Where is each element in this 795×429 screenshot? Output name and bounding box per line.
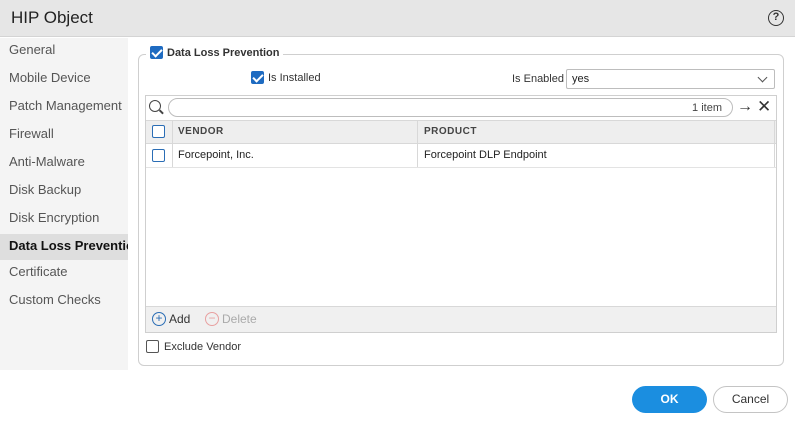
vendor-cell: Forcepoint, Inc. xyxy=(178,149,254,161)
dialog-title: HIP Object xyxy=(11,8,93,27)
column-divider xyxy=(774,121,775,143)
search-input[interactable]: 1 item xyxy=(168,98,733,117)
minus-icon: − xyxy=(205,312,219,326)
is-enabled-select[interactable]: yes xyxy=(566,69,775,89)
table-header: VENDOR PRODUCT xyxy=(146,120,776,144)
table-row[interactable]: Forcepoint, Inc. Forcepoint DLP Endpoint xyxy=(146,144,776,168)
arrow-right-icon[interactable]: → xyxy=(737,98,753,116)
sidebar-item-patch-management[interactable]: Patch Management xyxy=(0,94,128,120)
is-installed-label: Is Installed xyxy=(268,71,321,84)
column-header-vendor[interactable]: VENDOR xyxy=(178,121,224,143)
grid-footer: + Add − Delete xyxy=(146,306,776,332)
sidebar-item-disk-backup[interactable]: Disk Backup xyxy=(0,178,128,204)
sidebar-item-mobile-device[interactable]: Mobile Device xyxy=(0,66,128,92)
select-all-checkbox[interactable] xyxy=(152,125,165,138)
sidebar-item-disk-encryption[interactable]: Disk Encryption xyxy=(0,206,128,232)
chevron-down-icon xyxy=(757,72,768,83)
column-divider xyxy=(417,121,418,143)
sidebar-item-data-loss-prevention[interactable]: Data Loss Prevention xyxy=(0,234,128,260)
add-label: Add xyxy=(169,312,191,326)
exclude-vendor-field: Exclude Vendor xyxy=(146,340,241,353)
plus-icon: + xyxy=(152,312,166,326)
delete-button[interactable]: − Delete xyxy=(205,312,257,326)
row-checkbox[interactable] xyxy=(152,149,165,162)
is-installed-checkbox[interactable] xyxy=(251,71,264,84)
vendor-grid: 1 item → ✕ VENDOR PRODUCT Forcepoint, In… xyxy=(145,95,777,333)
help-icon[interactable]: ? xyxy=(768,10,784,26)
search-icon xyxy=(149,100,161,112)
column-divider xyxy=(774,144,775,167)
sidebar-item-anti-malware[interactable]: Anti-Malware xyxy=(0,150,128,176)
enable-dlp-checkbox[interactable] xyxy=(150,46,163,59)
exclude-vendor-label: Exclude Vendor xyxy=(164,340,242,353)
sidebar-item-firewall[interactable]: Firewall xyxy=(0,122,128,148)
column-header-product[interactable]: PRODUCT xyxy=(424,121,477,143)
legend-label: Data Loss Prevention xyxy=(167,46,280,59)
sidebar-item-custom-checks[interactable]: Custom Checks xyxy=(0,288,128,314)
ok-button[interactable]: OK xyxy=(632,386,707,413)
item-count: 1 item xyxy=(692,102,722,114)
column-divider xyxy=(172,144,173,167)
sidebar: General Mobile Device Patch Management F… xyxy=(0,38,128,370)
fieldset-legend: Data Loss Prevention xyxy=(146,46,284,59)
is-enabled-label: Is Enabled xyxy=(512,73,564,85)
grid-search-row: 1 item → ✕ xyxy=(146,96,776,120)
delete-label: Delete xyxy=(222,312,257,326)
sidebar-item-certificate[interactable]: Certificate xyxy=(0,260,128,286)
sidebar-item-general[interactable]: General xyxy=(0,38,128,64)
cancel-button[interactable]: Cancel xyxy=(713,386,788,413)
close-icon[interactable]: ✕ xyxy=(757,97,771,117)
is-enabled-value: yes xyxy=(572,73,590,85)
column-divider xyxy=(417,144,418,167)
product-cell: Forcepoint DLP Endpoint xyxy=(424,149,547,161)
dialog-titlebar: HIP Object ? xyxy=(0,0,795,37)
is-installed-field: Is Installed xyxy=(251,71,321,84)
column-divider xyxy=(172,121,173,143)
add-button[interactable]: + Add xyxy=(152,312,190,326)
exclude-vendor-checkbox[interactable] xyxy=(146,340,159,353)
